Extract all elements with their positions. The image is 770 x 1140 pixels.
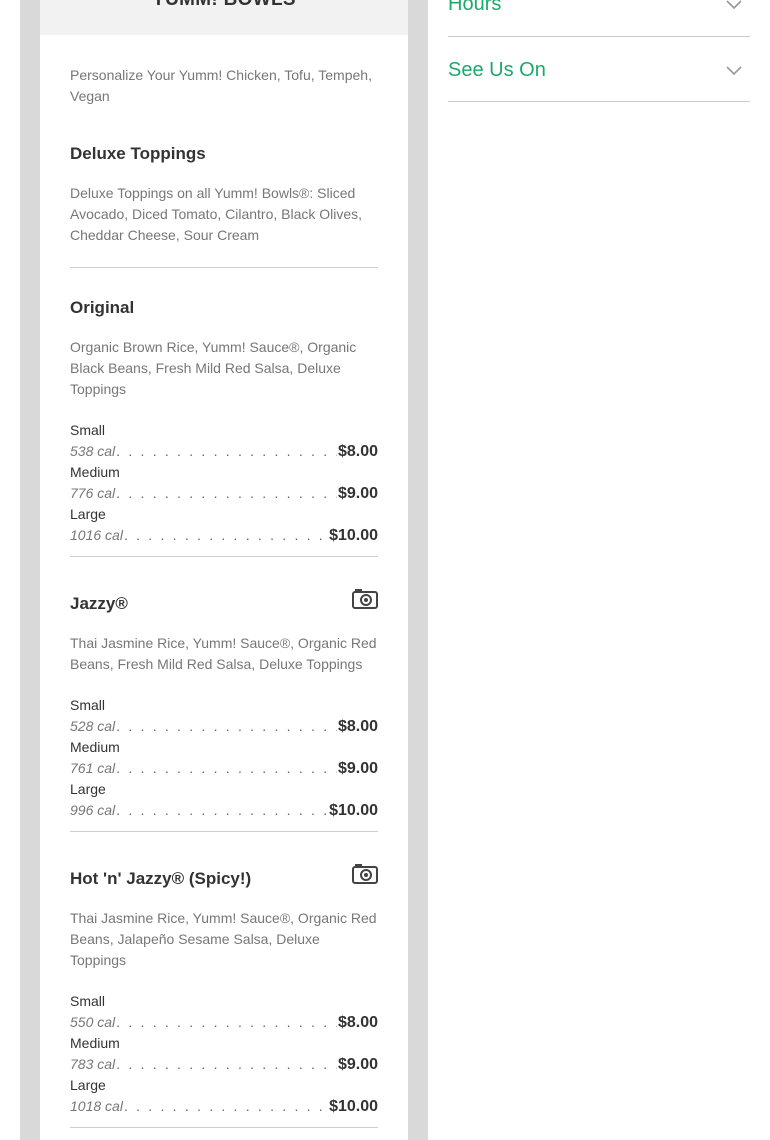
size-row: Small 528 cal . . . . . . . . . . . . . … [70, 695, 378, 737]
section-divider [70, 831, 378, 832]
camera-icon[interactable] [352, 863, 378, 885]
dot-leader: . . . . . . . . . . . . . . . . . . . . … [116, 443, 337, 459]
dot-leader: . . . . . . . . . . . . . . . . . . . . … [116, 718, 337, 734]
menu-item-hot-n-jazzy: Hot 'n' Jazzy® (Spicy!) Thai Jasmine Ric… [70, 864, 378, 1117]
item-description: Thai Jasmine Rice, Yumm! Sauce®, Organic… [70, 635, 377, 672]
section-divider [70, 1127, 378, 1128]
item-description: Organic Brown Rice, Yumm! Sauce®, Organi… [70, 339, 357, 397]
dot-leader: . . . . . . . . . . . . . . . . . . . . … [116, 802, 328, 818]
price-line: 996 cal . . . . . . . . . . . . . . . . … [70, 800, 378, 821]
size-name: Large [70, 506, 106, 522]
size-name: Small [70, 422, 106, 438]
price: $8.00 [337, 718, 378, 735]
accordion-label: See Us On [448, 59, 546, 81]
calories: 550 cal [70, 1014, 116, 1030]
size-list: Small 538 cal . . . . . . . . . . . . . … [70, 420, 378, 546]
calories: 776 cal [70, 485, 116, 501]
size-row: Medium 783 cal . . . . . . . . . . . . .… [70, 1033, 378, 1075]
size-row: Medium 776 cal . . . . . . . . . . . . .… [70, 462, 378, 504]
price-line: 1016 cal . . . . . . . . . . . . . . . .… [70, 525, 378, 546]
dot-leader: . . . . . . . . . . . . . . . . . . . . … [116, 1014, 337, 1030]
section-divider [70, 556, 378, 557]
dot-leader: . . . . . . . . . . . . . . . . . . . . … [116, 1056, 337, 1072]
dot-leader: . . . . . . . . . . . . . . . . . . . . … [116, 760, 337, 776]
price-line: 776 cal . . . . . . . . . . . . . . . . … [70, 483, 378, 504]
price-line: 761 cal . . . . . . . . . . . . . . . . … [70, 758, 378, 779]
price: $10.00 [329, 1098, 378, 1115]
item-title: Hot 'n' Jazzy® (Spicy!) [70, 869, 252, 888]
size-name: Medium [70, 739, 120, 755]
size-name: Large [70, 1077, 106, 1093]
price: $8.00 [337, 443, 378, 460]
chevron-down-icon [726, 0, 742, 10]
size-list: Small 528 cal . . . . . . . . . . . . . … [70, 695, 378, 821]
calories: 538 cal [70, 443, 116, 459]
price-line: 538 cal . . . . . . . . . . . . . . . . … [70, 441, 378, 462]
size-row: Large 1018 cal . . . . . . . . . . . . .… [70, 1075, 378, 1117]
price-line: 528 cal . . . . . . . . . . . . . . . . … [70, 716, 378, 737]
calories: 996 cal [70, 802, 116, 818]
accordion-hours[interactable]: Hours [448, 0, 750, 37]
dot-leader: . . . . . . . . . . . . . . . . . . . . … [116, 485, 337, 501]
chevron-down-icon [726, 63, 742, 76]
size-row: Medium 761 cal . . . . . . . . . . . . .… [70, 737, 378, 779]
price: $9.00 [337, 485, 378, 502]
section-description: Deluxe Toppings on all Yumm! Bowls®: Sli… [70, 185, 363, 243]
menu-column: YUMM! BOWLS Personalize Your Yumm! Chick… [20, 0, 428, 1140]
price: $8.00 [337, 1014, 378, 1031]
item-description: Thai Jasmine Rice, Yumm! Sauce®, Organic… [70, 910, 377, 968]
calories: 1018 cal [70, 1098, 123, 1114]
size-list: Small 550 cal . . . . . . . . . . . . . … [70, 991, 378, 1117]
size-row: Small 538 cal . . . . . . . . . . . . . … [70, 420, 378, 462]
calories: 783 cal [70, 1056, 116, 1072]
size-row: Large 996 cal . . . . . . . . . . . . . … [70, 779, 378, 821]
dot-leader: . . . . . . . . . . . . . . . . . . . . … [123, 1098, 328, 1114]
size-row: Large 1016 cal . . . . . . . . . . . . .… [70, 504, 378, 546]
item-title: Jazzy® [70, 594, 128, 613]
price-line: 550 cal . . . . . . . . . . . . . . . . … [70, 1012, 378, 1033]
size-name: Medium [70, 1035, 120, 1051]
calories: 761 cal [70, 760, 116, 776]
size-row: Small 550 cal . . . . . . . . . . . . . … [70, 991, 378, 1033]
calories: 1016 cal [70, 527, 123, 543]
menu-intro: Personalize Your Yumm! Chicken, Tofu, Te… [70, 67, 372, 104]
price: $9.00 [337, 1056, 378, 1073]
menu-header: YUMM! BOWLS [40, 0, 408, 35]
section-divider [70, 267, 378, 268]
price: $9.00 [337, 760, 378, 777]
item-title: Original [70, 298, 135, 317]
section-title: Deluxe Toppings [70, 144, 206, 163]
menu-body: Personalize Your Yumm! Chicken, Tofu, Te… [40, 65, 408, 1128]
size-name: Small [70, 993, 106, 1009]
menu-item-jazzy: Jazzy® Thai Jasmine Rice, Yumm! Sauce®, … [70, 589, 378, 821]
menu-item-original: Original Organic Brown Rice, Yumm! Sauce… [70, 298, 378, 546]
info-column: Hours See Us On [448, 0, 750, 102]
menu-section-deluxe-toppings: Deluxe Toppings Deluxe Toppings on all Y… [70, 144, 378, 246]
price-line: 1018 cal . . . . . . . . . . . . . . . .… [70, 1096, 378, 1117]
accordion-see-us-on[interactable]: See Us On [448, 37, 750, 102]
price-line: 783 cal . . . . . . . . . . . . . . . . … [70, 1054, 378, 1075]
calories: 528 cal [70, 718, 116, 734]
size-name: Medium [70, 464, 120, 480]
menu-panel: YUMM! BOWLS Personalize Your Yumm! Chick… [40, 0, 408, 1140]
price: $10.00 [329, 527, 378, 544]
dot-leader: . . . . . . . . . . . . . . . . . . . . … [123, 527, 328, 543]
price: $10.00 [329, 802, 378, 819]
page: YUMM! BOWLS Personalize Your Yumm! Chick… [0, 0, 770, 1140]
camera-icon[interactable] [352, 588, 378, 610]
menu-title: YUMM! BOWLS [40, 0, 408, 11]
accordion-label: Hours [448, 0, 502, 15]
size-name: Large [70, 781, 106, 797]
size-name: Small [70, 697, 106, 713]
